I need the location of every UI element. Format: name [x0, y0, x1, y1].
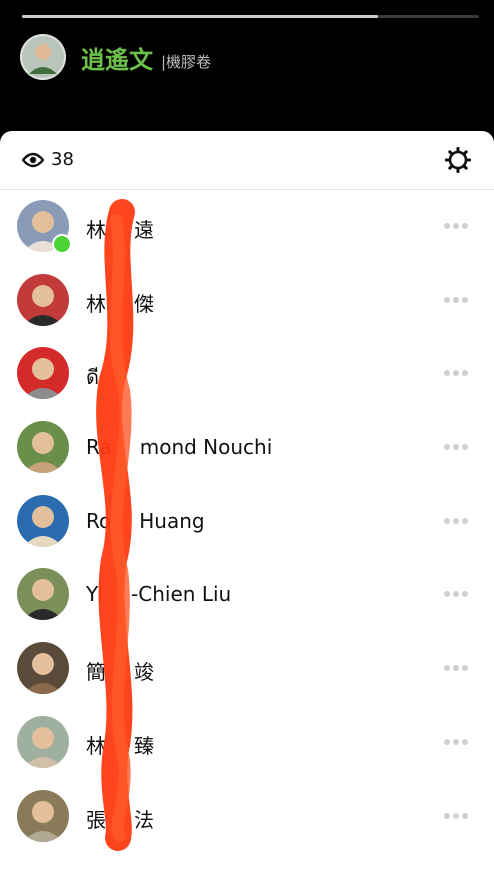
- viewer-name[interactable]: Ra mond Nouchi: [86, 435, 272, 459]
- viewer-name-visible-end: mond Nouchi: [139, 435, 273, 460]
- viewer-name-visible-start: 林: [86, 291, 106, 316]
- viewer-row[interactable]: 簡竣: [0, 632, 494, 706]
- viewer-name[interactable]: ดี: [86, 361, 127, 393]
- viewer-name[interactable]: Ro Huang: [86, 509, 205, 533]
- gear-icon[interactable]: [444, 146, 472, 174]
- viewer-row[interactable]: 張法: [0, 780, 494, 854]
- viewer-avatar[interactable]: [17, 421, 69, 474]
- viewer-name[interactable]: 林臻: [86, 730, 154, 759]
- viewer-row[interactable]: Ra mond Nouchi: [0, 411, 494, 485]
- more-horizontal-icon[interactable]: [444, 665, 468, 672]
- story-progress-fill: [22, 15, 379, 18]
- story-header[interactable]: 逍遙文 |機膠卷: [20, 34, 211, 80]
- sheet-header: 38: [0, 131, 494, 190]
- viewer-name[interactable]: 林遠: [86, 214, 154, 243]
- more-horizontal-icon[interactable]: [444, 370, 468, 377]
- more-horizontal-icon[interactable]: [444, 223, 468, 229]
- viewer-name[interactable]: Yi -Chien Liu: [86, 582, 231, 606]
- viewer-row[interactable]: Yi -Chien Liu: [0, 558, 494, 632]
- viewer-name-visible-end: -Chien Liu: [131, 582, 232, 607]
- view-count-number: 38: [51, 149, 74, 170]
- story-progress-bar: [22, 15, 479, 18]
- viewer-name-visible-start: 張: [86, 807, 106, 832]
- more-horizontal-icon[interactable]: [444, 296, 468, 303]
- story-subtitle: |機膠卷: [161, 52, 212, 71]
- viewer-row[interactable]: ดี: [0, 337, 494, 411]
- viewer-name-visible-start: ดี: [86, 365, 99, 390]
- story-author-avatar[interactable]: [20, 34, 66, 80]
- story-author-name[interactable]: 逍遙文: [81, 40, 153, 75]
- viewer-row[interactable]: 林傑: [0, 264, 494, 338]
- viewer-avatar[interactable]: [17, 347, 69, 400]
- viewer-avatar[interactable]: [17, 789, 69, 842]
- viewer-list: 林遠林傑ดี Ra mond Nouchi Ro Huang Yi -Chien Liu 簡竣…: [0, 190, 494, 853]
- viewer-name-visible-start: Ra: [86, 435, 112, 460]
- viewer-name[interactable]: 張法: [86, 804, 154, 833]
- viewer-name-visible-end: Huang: [139, 508, 205, 533]
- viewer-name-visible-start: 林: [86, 218, 106, 242]
- more-horizontal-icon[interactable]: [444, 444, 468, 451]
- eye-icon: [22, 152, 44, 167]
- viewer-name[interactable]: 林傑: [86, 288, 154, 317]
- viewers-sheet: 38 林遠林傑ดี Ra mond Nouchi Ro Huang Yi -Chien Li…: [0, 131, 494, 878]
- viewer-name[interactable]: 簡竣: [86, 656, 154, 685]
- more-horizontal-icon[interactable]: [444, 591, 468, 598]
- viewer-row[interactable]: 林臻: [0, 706, 494, 780]
- more-horizontal-icon[interactable]: [444, 738, 468, 745]
- viewer-avatar[interactable]: [17, 642, 69, 695]
- viewer-row[interactable]: 林遠: [0, 190, 494, 264]
- viewer-name-visible-start: 林: [86, 733, 106, 758]
- viewer-avatar[interactable]: [17, 273, 69, 326]
- online-indicator: [52, 234, 72, 254]
- viewer-name-visible-end: 臻: [134, 733, 154, 758]
- viewer-avatar[interactable]: [17, 494, 69, 547]
- viewer-name-visible-start: Yi: [86, 582, 104, 607]
- viewer-avatar[interactable]: [17, 568, 69, 621]
- viewer-name-visible-end: 法: [134, 807, 154, 832]
- viewer-name-visible-start: 簡: [86, 660, 106, 685]
- viewer-name-visible-end: 傑: [134, 291, 154, 316]
- viewer-name-visible-end: 竣: [134, 660, 154, 685]
- view-count: 38: [22, 149, 74, 170]
- viewer-name-visible-end: 遠: [134, 218, 154, 242]
- viewer-name-visible-start: Ro: [86, 508, 112, 533]
- viewer-row[interactable]: Ro Huang: [0, 485, 494, 559]
- more-horizontal-icon[interactable]: [444, 812, 468, 819]
- viewer-avatar[interactable]: [17, 715, 69, 768]
- more-horizontal-icon[interactable]: [444, 517, 468, 524]
